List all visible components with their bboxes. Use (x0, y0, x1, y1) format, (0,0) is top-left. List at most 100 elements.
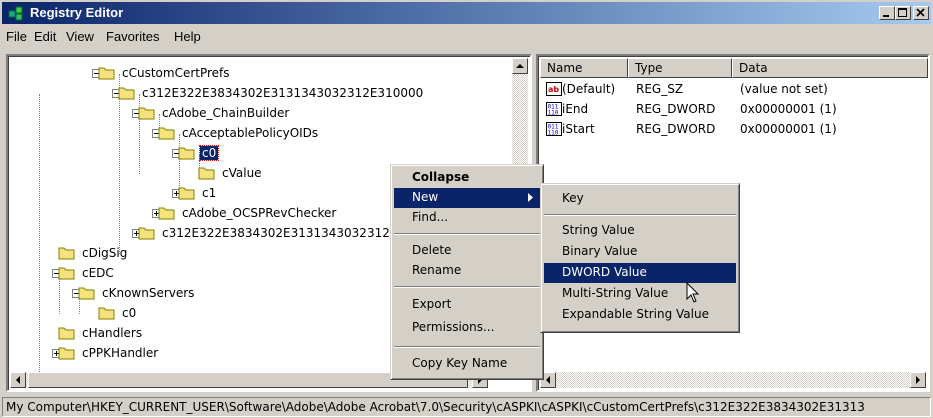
folder-icon (98, 307, 115, 320)
registry-editor-app-icon (8, 6, 23, 21)
value-type: REG_DWORD (636, 102, 716, 116)
submenu-item-dword-value[interactable]: DWORD Value (544, 263, 736, 283)
menu-item-rename[interactable]: Rename (394, 261, 540, 281)
menu-item-new[interactable]: New (394, 188, 540, 208)
folder-open-icon (118, 87, 135, 100)
arrow-right-icon (916, 376, 920, 384)
tree-scroll-up-button[interactable] (512, 58, 528, 74)
column-header-type[interactable]: Type (628, 58, 732, 78)
value-type: REG_SZ (636, 82, 684, 96)
arrow-up-icon (516, 64, 524, 68)
value-name: iStart (562, 122, 595, 136)
value-data: (value not set) (740, 82, 828, 96)
menu-favorites[interactable]: Favorites (106, 29, 159, 44)
menu-separator (544, 214, 736, 216)
tree-node-label: c312E322E3834302E3131343032312 (162, 226, 390, 240)
tree-node-label: cEDC (82, 266, 114, 280)
folder-open-icon (98, 67, 115, 80)
folder-open-icon (58, 267, 75, 280)
tree-node-label: cAcceptablePolicyOIDs (182, 126, 319, 140)
close-button[interactable] (913, 6, 929, 20)
close-icon (916, 8, 925, 17)
tree-node-label: cHandlers (82, 326, 143, 340)
binary-value-icon: 011110 (546, 122, 562, 137)
registry-editor-window: Registry Editor File Edit View Favorites… (0, 0, 933, 418)
binary-value-icon: 011110 (546, 102, 562, 117)
tree-node-label: cDigSig (82, 246, 128, 260)
list-row-iend[interactable]: 011 110 iEnd REG_DWORD 0x00000001 (1) (542, 100, 926, 120)
context-menu: Collapse New Find... Delete Rename Expor… (390, 164, 544, 380)
tree-node-label: cCustomCertPrefs (122, 66, 230, 80)
folder-icon (178, 187, 195, 200)
list-horizontal-scroll-track[interactable] (556, 372, 910, 388)
menu-item-export[interactable]: Export (394, 295, 540, 315)
value-type: REG_DWORD (636, 122, 716, 136)
menu-separator (394, 233, 540, 235)
folder-icon (58, 347, 75, 360)
folder-open-icon (138, 107, 155, 120)
submenu-item-binary-value[interactable]: Binary Value (544, 242, 736, 262)
tree-node-label: cAdobe_OCSPRevChecker (182, 206, 337, 220)
svg-text:ab: ab (548, 85, 559, 94)
column-header-data[interactable]: Data (732, 58, 928, 78)
menu-view[interactable]: View (66, 29, 94, 44)
menu-item-copy-key-name[interactable]: Copy Key Name (394, 354, 540, 374)
maximize-button[interactable] (895, 6, 911, 20)
folder-icon (138, 227, 155, 240)
menu-separator (394, 346, 540, 348)
submenu-item-multi-string-value[interactable]: Multi-String Value (544, 284, 736, 304)
tree-node-label: c0 (198, 145, 220, 161)
submenu-item-string-value[interactable]: String Value (544, 221, 736, 241)
menu-item-collapse[interactable]: Collapse (394, 168, 540, 188)
folder-open-icon (158, 127, 175, 140)
folder-open-icon (78, 287, 95, 300)
menu-item-delete[interactable]: Delete (394, 241, 540, 261)
menu-item-find[interactable]: Find... (394, 208, 540, 228)
value-name: iEnd (562, 102, 589, 116)
value-name: (Default) (562, 82, 616, 96)
menu-separator (394, 286, 540, 288)
svg-text:110: 110 (548, 130, 559, 137)
tree-node-label: c1 (202, 186, 217, 200)
string-value-icon: ab (546, 82, 562, 96)
submenu-item-expandable-string-value[interactable]: Expandable String Value (544, 305, 736, 325)
value-data: 0x00000001 (1) (740, 122, 837, 136)
value-data: 0x00000001 (1) (740, 102, 837, 116)
folder-icon (58, 247, 75, 260)
submenu-arrow-icon (528, 193, 533, 202)
title-bar[interactable]: Registry Editor (2, 2, 931, 24)
list-row-default[interactable]: ab (Default) REG_SZ (value not set) (542, 80, 926, 100)
folder-icon (58, 327, 75, 340)
column-header-name[interactable]: Name (540, 58, 628, 78)
menu-help[interactable]: Help (174, 29, 201, 44)
folder-icon (198, 167, 215, 180)
arrow-left-icon (16, 376, 20, 384)
tree-node-label: cKnownServers (102, 286, 195, 300)
tree-node-label: c0 (122, 306, 137, 320)
tree-node-label: cValue (222, 166, 262, 180)
menu-item-new-label: New (412, 190, 439, 204)
mouse-cursor-icon (686, 282, 700, 303)
minimize-icon (883, 15, 889, 17)
tree-line (119, 74, 120, 254)
menu-item-permissions[interactable]: Permissions... (394, 318, 540, 338)
folder-open-icon (178, 147, 195, 160)
tree-node-label: cPPKHandler (82, 346, 159, 360)
submenu-item-key[interactable]: Key (544, 189, 736, 209)
list-scroll-right-button[interactable] (910, 372, 926, 388)
window-title: Registry Editor (30, 5, 124, 20)
minimize-button[interactable] (879, 6, 895, 20)
svg-text:110: 110 (548, 110, 559, 117)
menu-edit[interactable]: Edit (34, 29, 56, 44)
list-row-istart[interactable]: 011 110 iStart REG_DWORD 0x00000001 (1) (542, 120, 926, 140)
tree-node-label: cAdobe_ChainBuilder (162, 106, 290, 120)
tree-line (39, 94, 40, 374)
tree-scroll-left-button[interactable] (10, 372, 26, 388)
tree-line (59, 274, 60, 314)
menu-file[interactable]: File (6, 29, 27, 44)
folder-icon (158, 207, 175, 220)
status-bar-path: My Computer\HKEY_CURRENT_USER\Software\A… (2, 397, 931, 417)
tree-node-label: c312E322E3834302E3131343032312E310000 (142, 86, 424, 100)
menu-bar: File Edit View Favorites Help (2, 27, 931, 47)
maximize-icon (898, 8, 907, 17)
